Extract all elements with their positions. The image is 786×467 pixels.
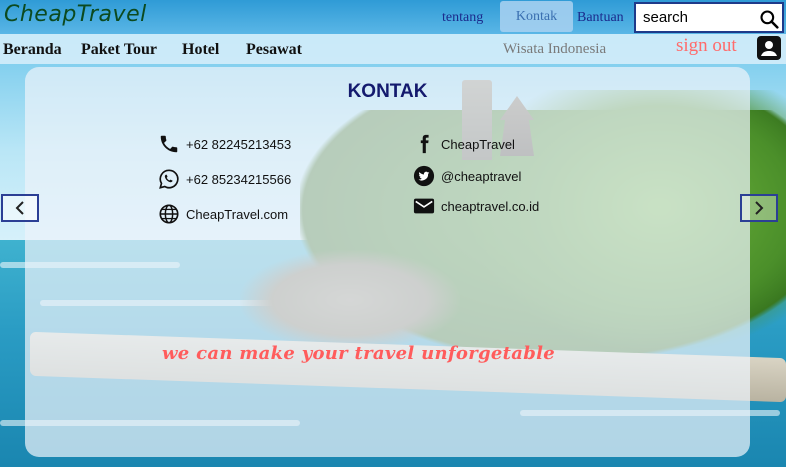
mail-icon — [413, 198, 435, 214]
sign-out-link[interactable]: sign out — [676, 35, 737, 57]
contact-email-text[interactable]: cheaptravel.co.id — [441, 199, 539, 214]
carousel-prev-button[interactable] — [1, 194, 39, 222]
tagline: we can make your travel unforgetable — [162, 343, 555, 364]
whatsapp-icon — [159, 169, 179, 189]
nav-paket-tour[interactable]: Paket Tour — [81, 41, 157, 59]
site-logo[interactable]: CheapTravel — [4, 2, 147, 27]
kontak-link[interactable]: Kontak — [500, 1, 573, 32]
contact-twitter-text[interactable]: @cheaptravel — [441, 169, 521, 184]
contact-website: CheapTravel.com — [158, 203, 288, 225]
twitter-icon — [413, 165, 435, 187]
contact-card: KONTAK +62 82245213453 +62 85234215566 C… — [25, 67, 750, 457]
nav-wisata-indonesia[interactable]: Wisata Indonesia — [503, 41, 606, 58]
nav-beranda[interactable]: Beranda — [3, 41, 62, 59]
bantuan-link[interactable]: Bantuan — [577, 10, 624, 26]
chevron-right-icon — [755, 201, 764, 215]
nav-pesawat[interactable]: Pesawat — [246, 41, 302, 59]
contact-whatsapp: +62 85234215566 — [158, 168, 291, 190]
user-icon[interactable] — [757, 36, 781, 60]
contact-website-text[interactable]: CheapTravel.com — [186, 207, 288, 222]
contact-whatsapp-text: +62 85234215566 — [186, 171, 292, 187]
top-header: CheapTravel tentang Kontak Bantuan — [0, 0, 786, 34]
phone-icon — [160, 135, 178, 153]
contact-facebook: CheapTravel — [413, 133, 515, 155]
main-nav: Beranda Paket Tour Hotel Pesawat Wisata … — [0, 34, 786, 64]
search-input[interactable] — [636, 9, 756, 26]
globe-icon — [159, 204, 179, 224]
contact-facebook-text[interactable]: CheapTravel — [441, 137, 515, 152]
chevron-left-icon — [15, 201, 24, 215]
search-icon[interactable] — [759, 9, 779, 29]
facebook-icon — [420, 134, 429, 154]
contact-email: cheaptravel.co.id — [413, 195, 539, 217]
contact-twitter: @cheaptravel — [413, 165, 521, 187]
carousel-next-button[interactable] — [740, 194, 778, 222]
nav-hotel[interactable]: Hotel — [182, 41, 219, 59]
contact-phone: +62 82245213453 — [158, 133, 291, 155]
search-box — [634, 2, 784, 33]
contact-phone-text: +62 82245213453 — [186, 136, 292, 152]
tentang-link[interactable]: tentang — [442, 10, 483, 26]
page-title: KONTAK — [347, 81, 428, 102]
